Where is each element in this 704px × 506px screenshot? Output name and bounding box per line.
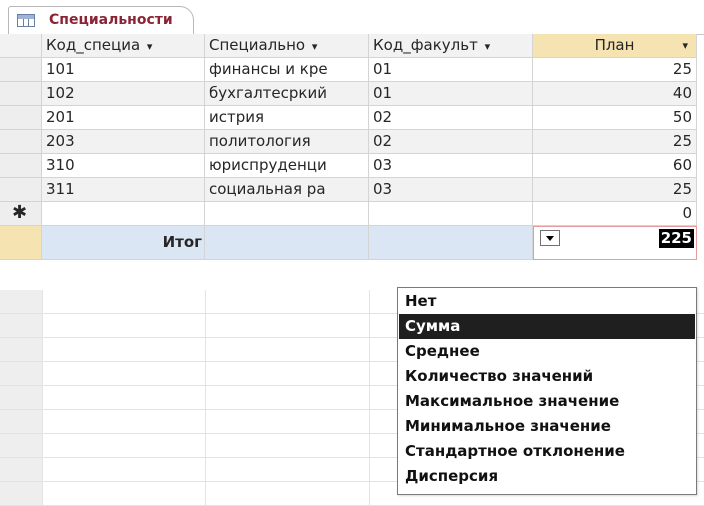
cell-plan[interactable]: 60 [533, 154, 697, 178]
tab-specialties[interactable]: Специальности [8, 6, 194, 34]
totals-row: Итог 225 [0, 226, 704, 260]
cell-code[interactable]: 203 [42, 130, 205, 154]
totals-cell-faculty[interactable] [369, 226, 533, 260]
cell-plan[interactable]: 25 [533, 58, 697, 82]
column-header-faculty[interactable]: Код_факульт ▾ [369, 34, 533, 58]
row-selector[interactable] [0, 106, 42, 130]
menu-item-stdev[interactable]: Стандартное отклонение [399, 439, 695, 464]
aggregate-dropdown-button[interactable] [540, 230, 560, 246]
column-header-specialty[interactable]: Специально ▾ [205, 34, 369, 58]
cell-specialty[interactable]: истрия [205, 106, 369, 130]
cell-code[interactable]: 201 [42, 106, 205, 130]
menu-item-average[interactable]: Среднее [399, 339, 695, 364]
cell-specialty[interactable]: финансы и кре [205, 58, 369, 82]
menu-item-count[interactable]: Количество значений [399, 364, 695, 389]
menu-item-variance[interactable]: Дисперсия [399, 464, 695, 489]
aggregate-function-menu: Нет Сумма Среднее Количество значений Ма… [397, 287, 697, 495]
cell-code[interactable]: 310 [42, 154, 205, 178]
select-all-corner[interactable] [0, 34, 42, 58]
row-selector[interactable] [0, 154, 42, 178]
cell-faculty[interactable]: 03 [369, 178, 533, 202]
menu-item-none[interactable]: Нет [399, 289, 695, 314]
cell-plan[interactable]: 0 [533, 202, 697, 226]
cell-faculty[interactable] [369, 202, 533, 226]
cell-faculty[interactable]: 01 [369, 82, 533, 106]
column-header-plan[interactable]: План ▾ [533, 34, 697, 58]
cell-specialty[interactable]: социальная ра [205, 178, 369, 202]
column-header-row: Код_специа ▾ Специально ▾ Код_факульт ▾ … [0, 34, 704, 58]
tab-title: Специальности [49, 12, 173, 28]
table-row[interactable]: 310 юриспруденци 03 60 [0, 154, 704, 178]
cell-code[interactable]: 311 [42, 178, 205, 202]
column-header-label: Код_специа [46, 36, 141, 54]
row-selector[interactable] [0, 82, 42, 106]
column-header-label: Специально [209, 36, 306, 54]
table-row[interactable]: 201 истрия 02 50 [0, 106, 704, 130]
table-row[interactable]: 203 политология 02 25 [0, 130, 704, 154]
cell-plan[interactable]: 25 [533, 130, 697, 154]
new-record-marker: ✱ [12, 202, 28, 223]
menu-item-max[interactable]: Максимальное значение [399, 389, 695, 414]
cell-faculty[interactable]: 02 [369, 106, 533, 130]
cell-code[interactable]: 102 [42, 82, 205, 106]
sort-dropdown-icon[interactable]: ▾ [312, 40, 318, 53]
table-row[interactable]: 101 финансы и кре 01 25 [0, 58, 704, 82]
row-selector[interactable] [0, 178, 42, 202]
cell-specialty[interactable]: политология [205, 130, 369, 154]
new-record-icon[interactable]: ✱ [0, 202, 42, 226]
new-record-row[interactable]: ✱ 0 [0, 202, 704, 226]
document-tab-bar: Специальности [0, 0, 704, 35]
cell-code[interactable]: 101 [42, 58, 205, 82]
cell-plan[interactable]: 40 [533, 82, 697, 106]
menu-item-min[interactable]: Минимальное значение [399, 414, 695, 439]
cell-faculty[interactable]: 02 [369, 130, 533, 154]
totals-cell-plan[interactable]: 225 [533, 226, 697, 260]
sort-dropdown-icon[interactable]: ▾ [682, 34, 688, 57]
cell-faculty[interactable]: 01 [369, 58, 533, 82]
column-header-code[interactable]: Код_специа ▾ [42, 34, 205, 58]
totals-row-selector[interactable] [0, 226, 42, 260]
table-icon [17, 14, 35, 27]
table-row[interactable]: 102 бухгалтесркий 01 40 [0, 82, 704, 106]
cell-faculty[interactable]: 03 [369, 154, 533, 178]
cell-code[interactable] [42, 202, 205, 226]
column-header-label: План [594, 36, 635, 54]
cell-plan[interactable]: 25 [533, 178, 697, 202]
sort-dropdown-icon[interactable]: ▾ [147, 40, 153, 53]
menu-item-sum[interactable]: Сумма [399, 314, 695, 339]
cell-plan[interactable]: 50 [533, 106, 697, 130]
totals-cell-specialty[interactable] [205, 226, 369, 260]
totals-label: Итог [42, 226, 205, 260]
row-selector[interactable] [0, 130, 42, 154]
sort-dropdown-icon[interactable]: ▾ [485, 40, 491, 53]
cell-specialty[interactable]: юриспруденци [205, 154, 369, 178]
table-row[interactable]: 311 социальная ра 03 25 [0, 178, 704, 202]
totals-value: 225 [658, 229, 694, 248]
row-selector[interactable] [0, 58, 42, 82]
cell-specialty[interactable]: бухгалтесркий [205, 82, 369, 106]
column-header-label: Код_факульт [373, 36, 478, 54]
cell-specialty[interactable] [205, 202, 369, 226]
